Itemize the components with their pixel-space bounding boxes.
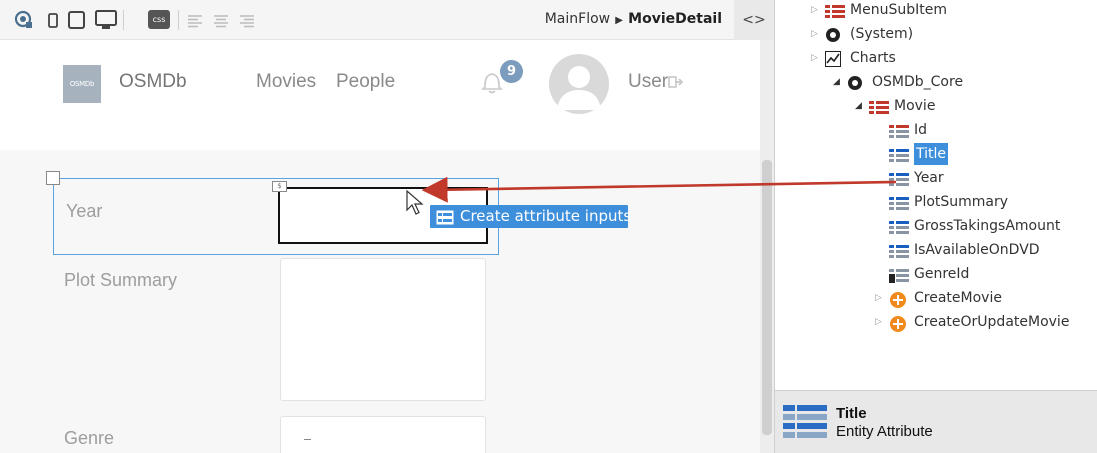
action-icon: [889, 315, 907, 341]
tree-item-movie[interactable]: ◢ Movie: [775, 94, 1097, 118]
align-left-icon[interactable]: [187, 13, 203, 32]
breadcrumb-screen[interactable]: MovieDetail: [628, 11, 722, 27]
tree-item-genreid[interactable]: GenreId: [775, 262, 1097, 286]
genre-dropdown-value: [304, 439, 311, 440]
tree-item-label: Movie: [894, 98, 936, 114]
widget-handle[interactable]: $: [272, 181, 287, 192]
scrollbar-thumb[interactable]: [762, 160, 772, 435]
tree-item-label: Charts: [850, 50, 896, 66]
user-name[interactable]: User: [628, 71, 668, 93]
label-plot-summary: Plot Summary: [64, 270, 178, 290]
mouse-pointer-icon: [405, 189, 427, 220]
tree-item-plotsummary[interactable]: PlotSummary: [775, 190, 1097, 214]
code-toggle-button[interactable]: <>: [734, 0, 774, 40]
caret-collapsed-icon[interactable]: ▷: [811, 53, 819, 63]
tree-item-createmovie[interactable]: ▷ CreateMovie: [775, 286, 1097, 310]
align-center-icon[interactable]: [213, 13, 229, 32]
app-header[interactable]: OSMDb OSMDb Movies People 9 User: [0, 40, 760, 150]
app-name: OSMDb: [119, 71, 187, 92]
tree-item-createorupdatemovie[interactable]: ▷ CreateOrUpdateMovie: [775, 310, 1097, 334]
device-select-icon[interactable]: [14, 10, 34, 34]
tree-item-label: Id: [914, 122, 928, 138]
tree-item-label: (System): [850, 26, 914, 42]
tooltip-label: Create attribute inputs: [460, 207, 632, 225]
tree-item-label: Title: [914, 143, 949, 165]
phone-icon[interactable]: [48, 13, 58, 32]
tree-item-label: PlotSummary: [914, 194, 1009, 210]
breadcrumb-flow[interactable]: MainFlow: [545, 11, 610, 27]
align-right-icon[interactable]: [239, 13, 255, 32]
tree-item-title[interactable]: Title: [775, 142, 1097, 166]
breadcrumb: MainFlow ▶ MovieDetail: [545, 11, 722, 27]
tree-item-grosstakingsamount[interactable]: GrossTakingsAmount: [775, 214, 1097, 238]
module-tree[interactable]: ▷ MenuSubItem ▷ (System) ▷ Charts ◢ OSMDb_Core ◢…: [774, 0, 1097, 390]
nav-people[interactable]: People: [336, 71, 395, 93]
logout-icon[interactable]: [668, 74, 684, 93]
tree-item-label: IsAvailableOnDVD: [914, 242, 1040, 258]
caret-expanded-icon[interactable]: ◢: [833, 77, 841, 87]
notification-badge: 9: [500, 60, 523, 83]
caret-collapsed-icon[interactable]: ▷: [875, 293, 883, 303]
tree-item-id[interactable]: Id: [775, 118, 1097, 142]
caret-collapsed-icon[interactable]: ▷: [811, 29, 819, 39]
tree-item-label: GenreId: [914, 266, 970, 282]
tree-item-charts[interactable]: ▷ Charts: [775, 46, 1097, 70]
caret-expanded-icon[interactable]: ◢: [855, 101, 863, 111]
genre-dropdown[interactable]: [280, 416, 486, 453]
create-attribute-inputs-tooltip: Create attribute inputs: [430, 205, 632, 228]
screen-canvas[interactable]: css MainFlow ▶ MovieDetail <> OSMDb OSMD…: [0, 0, 774, 453]
tree-item-osmdb-core[interactable]: ◢ OSMDb_Core: [775, 70, 1097, 94]
tree-item-year[interactable]: Year: [775, 166, 1097, 190]
avatar[interactable]: [549, 54, 609, 114]
attribute-icon: [783, 405, 827, 443]
caret-collapsed-icon[interactable]: ▷: [875, 317, 883, 327]
tree-item-system[interactable]: ▷ (System): [775, 22, 1097, 46]
plot-summary-input[interactable]: [280, 258, 486, 401]
caret-collapsed-icon[interactable]: ▷: [811, 5, 819, 15]
canvas-toolbar: css MainFlow ▶ MovieDetail <>: [0, 0, 774, 40]
tree-item-label: GrossTakingsAmount: [914, 218, 1061, 234]
info-subtitle: Entity Attribute: [836, 423, 933, 440]
tree-item-isavailableondvd[interactable]: IsAvailableOnDVD: [775, 238, 1097, 262]
label-genre: Genre: [64, 428, 115, 448]
tablet-icon[interactable]: [68, 11, 85, 33]
tree-item-label: CreateOrUpdateMovie: [914, 314, 1070, 330]
nav-movies[interactable]: Movies: [256, 71, 316, 93]
tree-item-label: CreateMovie: [914, 290, 1002, 306]
canvas-scrollbar[interactable]: [760, 40, 774, 453]
desktop-icon[interactable]: [95, 10, 117, 34]
tree-item-menusubitem[interactable]: ▷ MenuSubItem: [775, 0, 1097, 22]
input-widget-icon: [436, 209, 454, 232]
info-title: Title: [836, 405, 867, 422]
tree-item-label: OSMDb_Core: [872, 74, 964, 90]
app-logo: OSMDb: [63, 65, 101, 103]
css-icon[interactable]: css: [148, 10, 170, 29]
tree-item-label: Year: [914, 170, 944, 186]
tree-item-label: MenuSubItem: [850, 2, 947, 18]
container-resize-handle[interactable]: [46, 171, 60, 185]
breadcrumb-arrow-icon: ▶: [612, 15, 627, 26]
element-info-panel: Title Entity Attribute: [774, 390, 1097, 453]
